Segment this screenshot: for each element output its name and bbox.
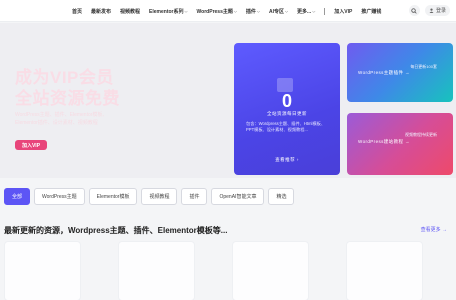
- card-subtitle: 视频教程持续更新: [405, 132, 437, 137]
- filter-plugins[interactable]: 插件: [181, 188, 208, 205]
- main-nav: 首页 最新发布 视频教程 Elementor系列 ⌵ WordPress主题 ⌵ 插…: [72, 0, 381, 22]
- chevron-down-icon: ⌵: [184, 8, 188, 13]
- user-icon: [429, 8, 434, 13]
- header-actions: 登录: [408, 5, 450, 16]
- nav-label: Elementor系列: [149, 8, 184, 15]
- chevron-down-icon: ⌵: [284, 8, 289, 13]
- nav-elementor[interactable]: Elementor系列 ⌵: [149, 8, 188, 15]
- post-card[interactable]: [346, 241, 423, 300]
- search-button[interactable]: [408, 5, 420, 16]
- chevron-right-icon: ›: [296, 157, 299, 162]
- nav-latest[interactable]: 最新发布: [91, 8, 111, 15]
- login-label: 登录: [435, 8, 446, 14]
- nav-label: 最新发布: [91, 8, 112, 15]
- login-button[interactable]: 登录: [424, 5, 450, 16]
- tutorials-card[interactable]: 视频教程持续更新 WordPress建站教程 →: [347, 113, 453, 175]
- nav-ai[interactable]: AI专区 ⌵: [269, 8, 288, 15]
- nav-home[interactable]: 首页: [72, 8, 82, 15]
- category-filters: 全部 WordPress主题 Elementor模板 视频教程 插件 OpenA…: [4, 188, 295, 205]
- site-header: 首页 最新发布 视频教程 Elementor系列 ⌵ WordPress主题 ⌵ 插…: [0, 0, 456, 22]
- stats-card[interactable]: 0 全站资源每日更新 包含：Wordpress主题、插件、Html模板、PPT模…: [234, 43, 340, 175]
- filter-openai-articles[interactable]: OpenAI智能文章: [211, 188, 265, 205]
- nav-affiliate[interactable]: 推广赚钱: [361, 8, 381, 15]
- post-card[interactable]: [4, 241, 81, 300]
- search-icon: [411, 7, 418, 14]
- nav-more[interactable]: 更多... ⌵: [297, 8, 315, 15]
- hero-title: 成为VIP会员 全站资源免费: [15, 67, 120, 109]
- themes-plugins-card[interactable]: 每日更新100套 WordPress主题插件 →: [347, 43, 453, 102]
- nav-wordpress-themes[interactable]: WordPress主题 ⌵: [197, 8, 237, 15]
- nav-divider: [324, 7, 326, 15]
- nav-label: 插件: [245, 8, 256, 15]
- hero-title-line: 全站资源免费: [15, 89, 120, 108]
- filter-elementor-templates[interactable]: Elementor模板: [88, 188, 138, 205]
- nav-join-vip[interactable]: 加入VIP: [334, 8, 352, 15]
- filter-featured[interactable]: 精选: [268, 188, 295, 205]
- card-description: 包含：Wordpress主题、插件、Html模板、PPT模板、设计素材、视频教程…: [246, 121, 326, 132]
- link-label: 查看推荐: [275, 157, 296, 162]
- hero-banner: 成为VIP会员 全站资源免费 WordPress主题、插件、Elementor模…: [0, 23, 456, 178]
- nav-label: 推广赚钱: [361, 8, 382, 15]
- view-recommended-link[interactable]: 查看推荐 ›: [234, 157, 340, 163]
- view-more-link[interactable]: 查看更多 →: [421, 226, 447, 233]
- join-vip-button[interactable]: 加入VIP: [15, 140, 47, 150]
- card-subtitle: 每日更新100套: [410, 64, 437, 69]
- nav-label: 视频教程: [120, 8, 141, 15]
- post-grid: [4, 241, 423, 300]
- nav-label: AI专区: [268, 8, 284, 15]
- chevron-down-icon: ⌵: [233, 8, 237, 13]
- post-card[interactable]: [118, 241, 195, 300]
- filter-video-tutorials[interactable]: 视频教程: [141, 188, 178, 205]
- card-title: 全站资源每日更新: [267, 111, 307, 116]
- card-title: WordPress建站教程 →: [358, 139, 410, 144]
- nav-label: 首页: [72, 8, 83, 15]
- resource-count: 0: [281, 91, 292, 111]
- filter-wordpress-themes[interactable]: WordPress主题: [34, 188, 85, 205]
- image-placeholder: [277, 78, 293, 92]
- hero-title-line: 成为VIP会员: [15, 68, 114, 87]
- filter-all[interactable]: 全部: [4, 188, 31, 205]
- nav-label: 加入VIP: [334, 8, 353, 15]
- nav-label: 更多...: [297, 8, 312, 15]
- chevron-down-icon: ⌵: [256, 8, 260, 13]
- nav-label: WordPress主题: [196, 8, 233, 15]
- post-card[interactable]: [232, 241, 309, 300]
- hero-description: WordPress主题、插件、Elementor模板、Elementor插件、设…: [15, 112, 108, 126]
- nav-video-tutorials[interactable]: 视频教程: [120, 8, 140, 15]
- section-title: 最新更新的资源，Wordpress主题、插件、Elementor模板等...: [4, 226, 228, 235]
- card-title: WordPress主题插件 →: [358, 70, 410, 75]
- chevron-down-icon: ⌵: [312, 8, 316, 13]
- nav-plugins[interactable]: 插件 ⌵: [246, 8, 260, 15]
